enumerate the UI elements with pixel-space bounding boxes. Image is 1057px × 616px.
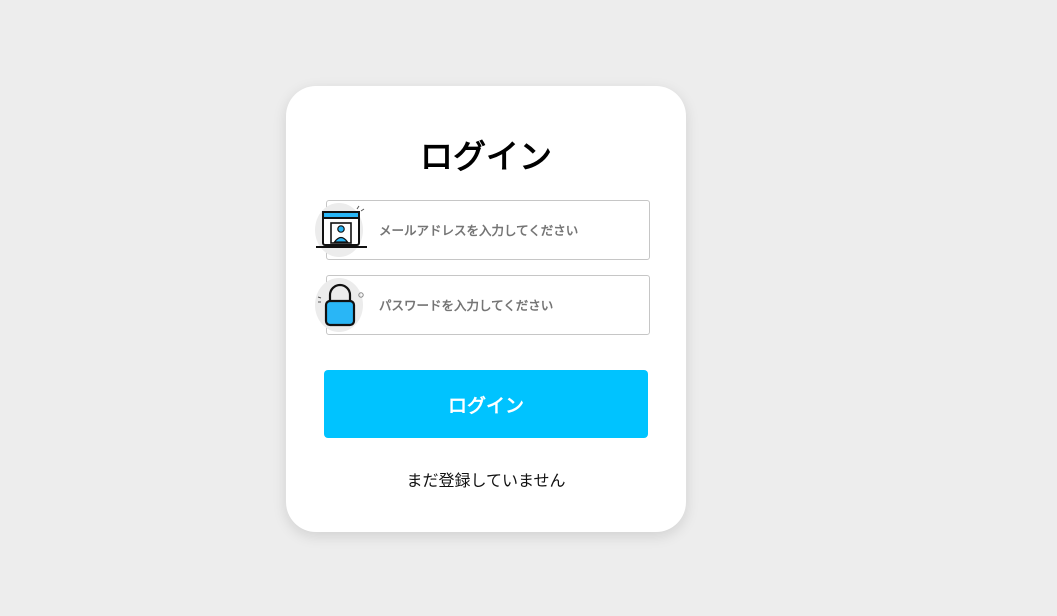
login-button[interactable]: ログイン — [324, 370, 648, 438]
email-field-container — [315, 200, 650, 260]
page-title: ログイン — [420, 137, 552, 176]
user-profile-screen-icon — [315, 203, 367, 257]
password-input[interactable] — [379, 276, 639, 334]
login-card: ログイン ログイン まだ登録していません — [286, 86, 686, 532]
password-field-container — [315, 275, 650, 335]
email-input[interactable] — [379, 201, 639, 259]
padlock-icon — [315, 278, 364, 332]
register-link[interactable]: まだ登録していません — [286, 470, 686, 492]
